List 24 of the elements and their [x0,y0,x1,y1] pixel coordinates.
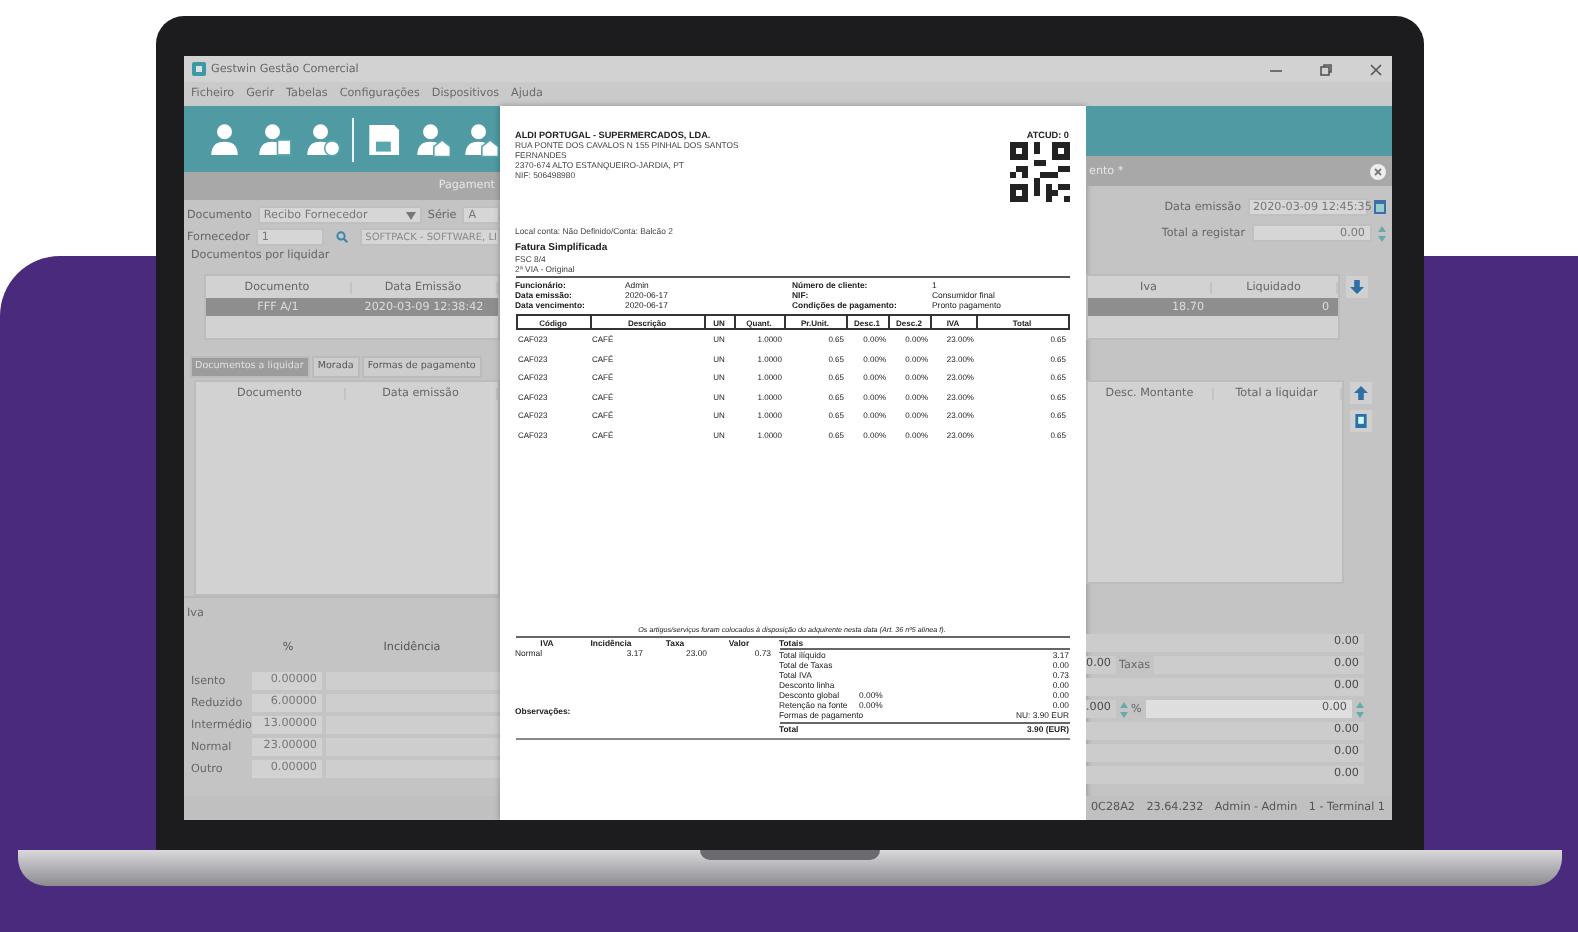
app-logo-icon [191,62,205,76]
close-icon[interactable] [1367,61,1383,77]
incidence-field[interactable] [325,672,499,690]
incidence-field[interactable] [325,760,499,778]
move-up-button[interactable] [1349,382,1371,404]
user-house-icon[interactable] [414,119,451,159]
document-icon [1353,414,1367,428]
arrow-up-icon [1353,386,1367,400]
caret-icon [405,211,416,219]
move-down-button[interactable] [1345,276,1367,298]
calendar-icon[interactable] [1373,200,1385,214]
user-coin-icon[interactable] [303,119,341,159]
incidence-field[interactable] [325,716,499,734]
incidence-field[interactable] [325,694,499,712]
user-house-icon[interactable] [462,119,500,159]
user-document-icon[interactable] [255,119,292,159]
arrow-down-icon [1349,280,1363,294]
user-icon[interactable] [207,119,244,159]
search-icon[interactable] [335,230,348,244]
document-button[interactable] [1349,410,1371,432]
qr-code-icon [1009,142,1069,202]
restore-icon[interactable] [1317,61,1333,77]
close-icon[interactable] [1369,163,1385,179]
incidence-field[interactable] [325,738,499,756]
